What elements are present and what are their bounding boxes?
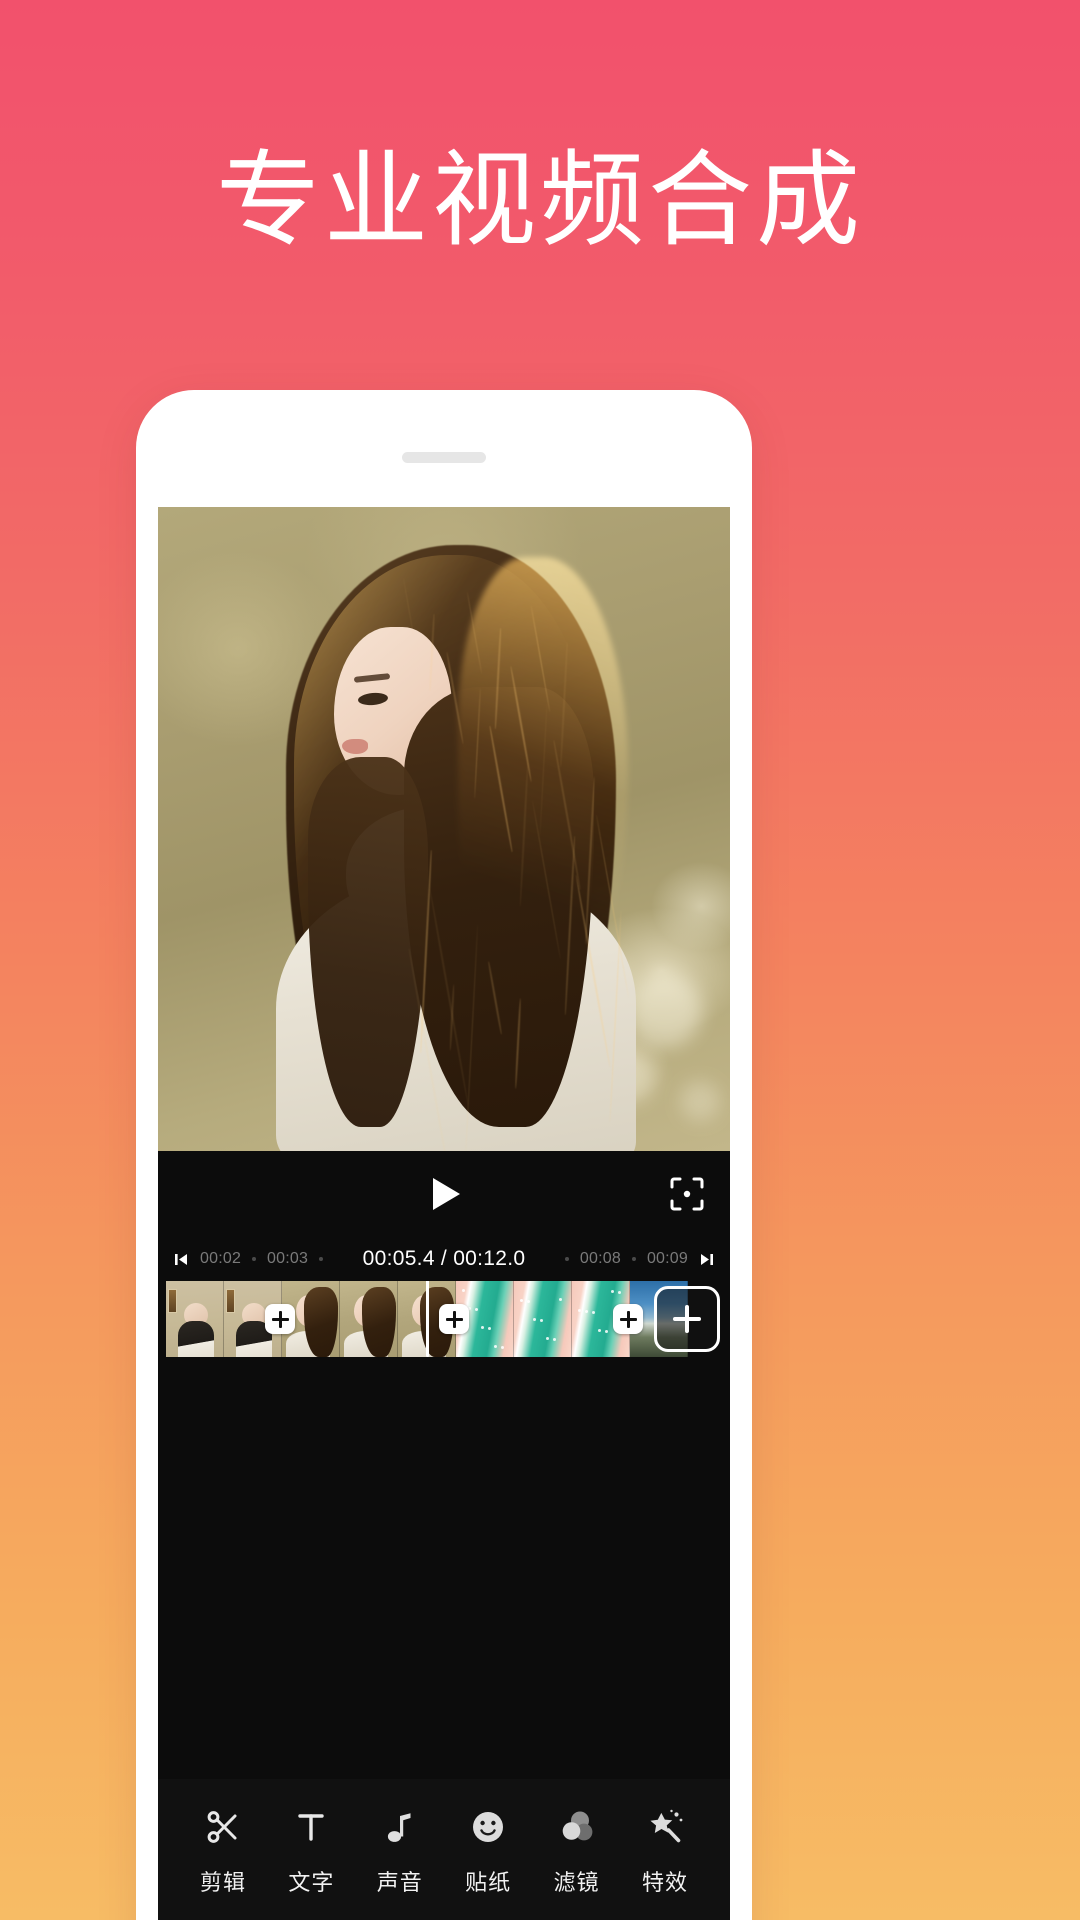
focus-frame-icon xyxy=(670,1177,704,1211)
time-display: 00:05.4 / 00:12.0 xyxy=(362,1247,526,1270)
phone-mockup: 00:02 00:03 00:05.4 / 00:12.0 00:08 00:0… xyxy=(136,390,752,1920)
timeline-strip[interactable] xyxy=(158,1281,730,1357)
subject-hair-rimlight xyxy=(458,557,628,1027)
timeline-clip[interactable] xyxy=(282,1281,456,1357)
texture-speck xyxy=(605,1330,608,1333)
texture-speck xyxy=(540,1319,543,1322)
toolbar-item-label: 文字 xyxy=(288,1871,335,1896)
transition-button[interactable] xyxy=(439,1304,469,1334)
playhead-indicator[interactable] xyxy=(426,1281,429,1357)
music-note-icon xyxy=(380,1805,420,1849)
toolbar-item-filter[interactable]: 滤镜 xyxy=(534,1805,620,1897)
toolbar-item-text[interactable]: 文字 xyxy=(268,1805,354,1897)
texture-speck xyxy=(533,1318,536,1321)
texture-speck xyxy=(578,1309,581,1312)
timeline-empty-area xyxy=(158,1357,730,1779)
ruler-tick-dot xyxy=(564,1257,569,1261)
texture-speck xyxy=(546,1337,549,1340)
skip-previous-icon[interactable] xyxy=(174,1252,189,1267)
texture-speck xyxy=(592,1311,595,1314)
transition-button[interactable] xyxy=(265,1304,295,1334)
filter-circles-icon xyxy=(557,1805,597,1849)
magic-wand-star-icon xyxy=(645,1805,685,1849)
skip-next-icon[interactable] xyxy=(699,1252,714,1267)
ruler-right-group: 00:08 00:09 xyxy=(564,1250,714,1268)
video-preview[interactable] xyxy=(158,507,730,1151)
texture-speck xyxy=(501,1346,504,1349)
plus-icon xyxy=(445,1310,463,1328)
toolbar-item-edit[interactable]: 剪辑 xyxy=(180,1805,266,1897)
texture-speck xyxy=(585,1310,588,1313)
smiley-sticker-icon xyxy=(468,1805,508,1849)
toolbar-item-label: 特效 xyxy=(641,1871,688,1896)
player-control-bar xyxy=(158,1151,730,1237)
timeline-ruler: 00:02 00:03 00:05.4 / 00:12.0 00:08 00:0… xyxy=(158,1237,730,1281)
add-clip-button[interactable] xyxy=(654,1286,720,1352)
play-triangle-icon xyxy=(432,1178,460,1210)
plus-icon xyxy=(271,1310,289,1328)
add-media-icon xyxy=(673,1305,701,1333)
clip-thumbnail xyxy=(514,1281,572,1357)
app-screen: 00:02 00:03 00:05.4 / 00:12.0 00:08 00:0… xyxy=(158,507,730,1920)
fullscreen-button[interactable] xyxy=(666,1173,708,1215)
texture-speck xyxy=(553,1338,556,1341)
ruler-tick-label: 00:02 xyxy=(200,1250,242,1267)
timeline-clip[interactable] xyxy=(456,1281,630,1357)
ruler-tick-dot xyxy=(631,1257,636,1261)
subject-lips xyxy=(342,739,368,754)
plus-icon xyxy=(619,1310,637,1328)
ruler-tick-dot xyxy=(252,1257,257,1261)
ruler-tick-dot xyxy=(319,1257,324,1261)
ruler-left-group: 00:02 00:03 xyxy=(174,1250,324,1268)
texture-speck xyxy=(611,1290,614,1293)
toolbar-item-label: 剪辑 xyxy=(199,1871,246,1896)
texture-speck xyxy=(598,1329,601,1332)
toolbar-item-label: 贴纸 xyxy=(465,1871,512,1896)
page-title: 专业视频合成 xyxy=(215,139,864,261)
promo-screen: 专业视频合成 00:02 00:03 00:05.4 / 00:12.0 00:… xyxy=(0,0,1080,1920)
clip-thumbnail xyxy=(166,1281,224,1357)
texture-speck xyxy=(618,1291,621,1294)
bottom-toolbar: 剪辑 文字 声音 贴纸 滤镜 特效 xyxy=(158,1779,730,1920)
texture-speck xyxy=(527,1300,530,1303)
scissors-icon xyxy=(203,1805,243,1849)
ruler-tick-label: 00:03 xyxy=(267,1250,309,1267)
toolbar-item-label: 声音 xyxy=(376,1871,423,1896)
toolbar-item-sound[interactable]: 声音 xyxy=(357,1805,443,1897)
text-t-icon xyxy=(291,1805,331,1849)
texture-speck xyxy=(462,1289,465,1292)
clip-thumbnail xyxy=(340,1281,398,1357)
texture-speck xyxy=(494,1345,497,1348)
play-button[interactable] xyxy=(422,1172,466,1216)
ruler-tick-label: 00:08 xyxy=(579,1250,621,1267)
texture-speck xyxy=(488,1327,491,1330)
texture-speck xyxy=(559,1298,562,1301)
ruler-tick-label: 00:09 xyxy=(646,1250,688,1267)
transition-button[interactable] xyxy=(613,1304,643,1334)
texture-speck xyxy=(520,1299,523,1302)
texture-speck xyxy=(475,1308,478,1311)
preview-subject xyxy=(158,507,730,1151)
toolbar-item-sticker[interactable]: 贴纸 xyxy=(445,1805,531,1897)
toolbar-item-effects[interactable]: 特效 xyxy=(622,1805,708,1897)
toolbar-item-label: 滤镜 xyxy=(553,1871,600,1896)
texture-speck xyxy=(481,1326,484,1329)
phone-speaker-grille xyxy=(402,452,486,463)
